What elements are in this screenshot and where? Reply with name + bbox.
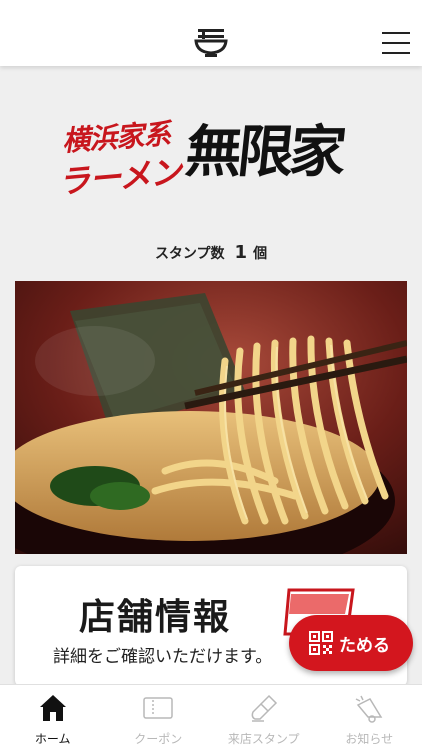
hamburger-menu-icon[interactable] — [382, 32, 410, 54]
brand-tagline: 横浜家系 ラーメン — [57, 112, 183, 201]
stamp-count-label: スタンプ数 — [154, 246, 225, 262]
tab-coupon-label: クーポン — [134, 732, 183, 746]
brand-logo: 横浜家系 ラーメン 無限家 — [57, 112, 362, 201]
save-stamp-button[interactable]: ためる — [289, 615, 413, 671]
coupon-ticket-icon — [143, 697, 173, 719]
tab-home[interactable]: ホーム — [0, 685, 106, 750]
brand-name: 無限家 — [182, 119, 346, 185]
stamp-count: スタンプ数 1 個 — [0, 242, 422, 263]
bottom-tab-bar: ホーム クーポン 来店スタンプ お知らせ — [0, 684, 422, 750]
home-icon — [39, 695, 66, 721]
tab-stamp-label: 来店スタンプ — [227, 732, 300, 746]
tab-stamp[interactable]: 来店スタンプ — [211, 685, 317, 750]
app-header — [0, 0, 422, 66]
tab-news-label: お知らせ — [345, 732, 394, 746]
stamp-count-unit: 個 — [253, 246, 268, 262]
store-info-title: 店舗情報 — [79, 597, 232, 638]
stamp-count-value: 1 — [234, 242, 248, 263]
brand-tagline-line2: ラーメン — [56, 152, 183, 202]
megaphone-icon — [355, 695, 383, 723]
qr-code-icon — [309, 631, 333, 655]
tab-coupon[interactable]: クーポン — [106, 685, 212, 750]
tab-home-label: ホーム — [34, 732, 71, 746]
stamp-icon — [251, 694, 277, 722]
ramen-photo — [15, 281, 407, 554]
save-stamp-label: ためる — [339, 636, 390, 656]
ramen-bowl-icon — [194, 29, 228, 57]
hero-ramen-image — [15, 281, 407, 554]
store-info-subtitle: 詳細をご確認いただけます。 — [53, 647, 273, 667]
tab-news[interactable]: お知らせ — [317, 685, 422, 750]
